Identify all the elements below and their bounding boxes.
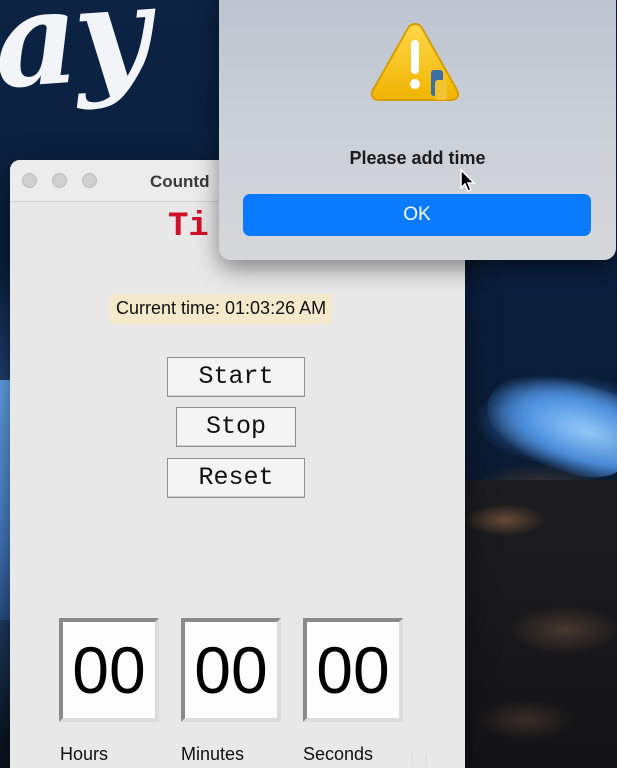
- seconds-label: Seconds: [303, 744, 374, 764]
- start-button[interactable]: Start: [167, 357, 305, 397]
- alert-message: Please add time: [349, 148, 486, 168]
- close-window-button[interactable]: [22, 173, 37, 188]
- ok-button[interactable]: OK: [243, 194, 591, 236]
- reset-button[interactable]: Reset: [167, 458, 305, 498]
- minutes-input[interactable]: [185, 622, 277, 718]
- seconds-input[interactable]: [307, 622, 399, 718]
- window-title: Countd: [150, 172, 210, 191]
- watermark: i i: [410, 750, 431, 768]
- wallpaper-fish: [474, 357, 617, 489]
- wallpaper-decoration: [0, 380, 10, 620]
- hours-input[interactable]: [63, 622, 155, 718]
- minimize-window-button[interactable]: [52, 173, 67, 188]
- zoom-window-button[interactable]: [82, 173, 97, 188]
- alert-dialog: Please add time OK: [219, 0, 616, 260]
- minutes-field-frame: [181, 618, 281, 722]
- stop-button[interactable]: Stop: [176, 407, 296, 447]
- hours-field-frame: [59, 618, 159, 722]
- mouse-cursor-icon: [460, 168, 476, 192]
- wallpaper-lettering: ay: [0, 0, 151, 119]
- warning-python-icon: [370, 22, 460, 101]
- app-heading: Ti: [168, 208, 209, 246]
- current-time-label: Current time: 01:03:26 AM: [110, 294, 333, 324]
- minutes-label: Minutes: [181, 744, 245, 764]
- hours-label: Hours: [60, 744, 109, 764]
- wallpaper-rocks: [465, 480, 617, 768]
- seconds-field-frame: [303, 618, 403, 722]
